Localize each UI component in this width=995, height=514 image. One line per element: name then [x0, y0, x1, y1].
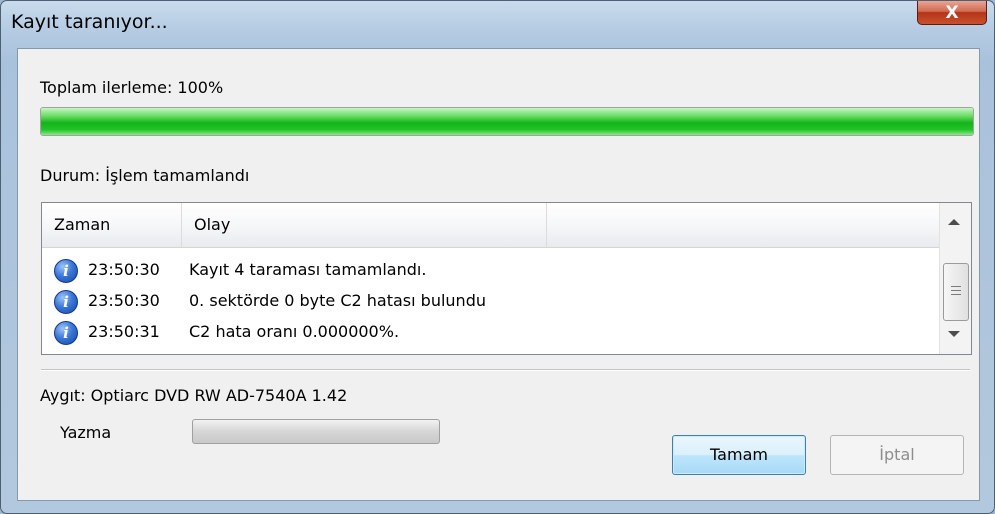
overall-progress-bar	[40, 107, 974, 136]
log-row[interactable]: i 23:50:31 C2 hata oranı 0.000000%.	[42, 316, 939, 347]
grip-line	[951, 294, 961, 295]
dialog-window: Kayıt taranıyor... X Toplam ilerleme: 10…	[0, 0, 995, 514]
column-header-time[interactable]: Zaman	[42, 203, 182, 247]
ok-button[interactable]: Tamam	[672, 435, 806, 475]
log-row[interactable]: i 23:50:30 0. sektörde 0 byte C2 hatası …	[42, 285, 939, 316]
window-title: Kayıt taranıyor...	[11, 11, 168, 33]
write-progress-bar	[192, 419, 440, 444]
info-icon: i	[54, 290, 78, 314]
event-log-list[interactable]: Zaman Olay i 23:50:30 Kayıt 4 taraması t…	[41, 202, 972, 355]
log-time: 23:50:31	[88, 322, 160, 341]
scroll-down-arrow-icon[interactable]	[948, 331, 960, 337]
grip-line	[951, 290, 961, 291]
log-time: 23:50:30	[88, 291, 160, 310]
write-label: Yazma	[60, 423, 112, 442]
vertical-scrollbar[interactable]	[939, 203, 971, 354]
overall-progress-fill	[41, 108, 973, 135]
device-label: Aygıt: Optiarc DVD RW AD-7540A 1.42	[40, 386, 348, 405]
close-button[interactable]: X	[917, 1, 987, 25]
scroll-up-arrow-icon[interactable]	[948, 219, 960, 225]
dialog-content: Toplam ilerleme: 100% Durum: İşlem tamam…	[17, 48, 980, 501]
separator	[41, 369, 970, 371]
column-header-blank	[547, 203, 939, 247]
cancel-button[interactable]: İptal	[830, 435, 964, 475]
log-header: Zaman Olay	[42, 203, 939, 248]
scroll-thumb[interactable]	[943, 263, 969, 321]
overall-progress-label: Toplam ilerleme: 100%	[40, 78, 224, 97]
log-event: Kayıt 4 taraması tamamlandı.	[189, 260, 427, 279]
grip-line	[951, 286, 961, 287]
info-icon: i	[54, 321, 78, 345]
info-icon: i	[54, 259, 78, 283]
title-bar[interactable]: Kayıt taranıyor... X	[1, 1, 994, 41]
column-header-event[interactable]: Olay	[182, 203, 547, 247]
status-label: Durum: İşlem tamamlandı	[40, 166, 250, 185]
close-icon: X	[945, 2, 959, 23]
log-row[interactable]: i 23:50:30 Kayıt 4 taraması tamamlandı.	[42, 254, 939, 285]
log-time: 23:50:30	[88, 260, 160, 279]
log-event: C2 hata oranı 0.000000%.	[189, 322, 400, 341]
log-event: 0. sektörde 0 byte C2 hatası bulundu	[189, 291, 486, 310]
